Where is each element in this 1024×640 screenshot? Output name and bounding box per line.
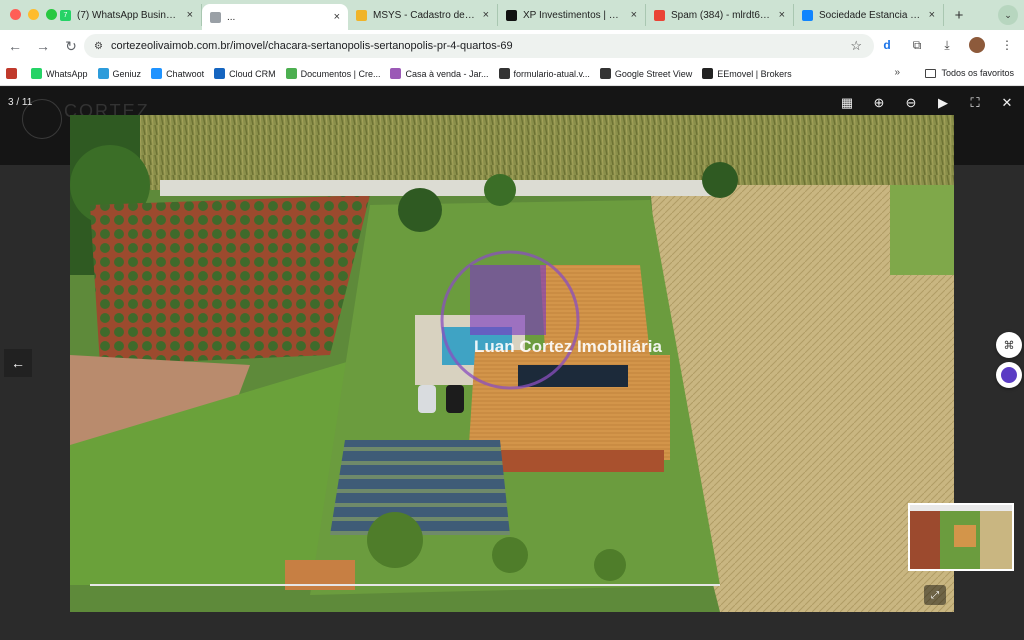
browser-toolbar: ← → ↻ ⚙ cortezeolivaimob.com.br/imovel/c… [0,30,1024,62]
zoom-out-icon[interactable]: ⊖ [900,93,922,113]
home-icon [6,68,17,79]
bookmark-item[interactable]: Cloud CRM [214,68,276,79]
docs-icon [285,68,297,79]
close-tab-icon[interactable]: × [631,9,637,21]
minimize-window-button[interactable] [28,9,39,20]
loading-icon [210,11,221,23]
bookmarks-bar: WhatsApp Geniuz Chatwoot Cloud CRM Documento… [0,62,1024,86]
new-tab-button[interactable]: + [948,4,970,26]
zoom-in-icon[interactable]: ⊕ [868,93,890,113]
tab-1[interactable]: ... × [202,4,348,30]
eemovel-icon [702,68,714,79]
folder-icon [925,68,937,78]
bookmark-label: Chatwoot [166,68,205,79]
bookmark-item[interactable]: Documentos | Cre... [285,68,381,79]
download-icon[interactable]: ⤓ [936,34,958,56]
close-icon[interactable]: ✕ [996,93,1018,113]
tab-title: Sociedade Estancia Fav [819,9,923,21]
tab-title: ... [227,11,236,23]
chat-icon [151,68,163,79]
toolbar-icons: d ⧉ ⤓ ⋮ [876,34,1018,56]
play-icon[interactable]: ▶ [932,93,954,113]
whatsapp-icon [31,68,42,79]
globe-icon [599,68,611,79]
all-bookmarks-label: Todos os favoritos [941,68,1014,78]
extension-d-icon[interactable]: d [876,34,898,56]
address-url[interactable]: cortezeolivaimob.com.br/imovel/chacara-s… [111,40,850,52]
site-info-icon[interactable]: ⚙ [94,41,103,52]
tab-title: Spam (384) - mlrdt65@ [671,9,773,21]
tab-3[interactable]: XP Investimentos | Você × [498,4,646,26]
tab-search-icon[interactable]: ⌄ [998,5,1018,25]
bookmark-label: Casa à venda - Jar... [405,68,489,79]
bookmark-star-icon[interactable]: ☆ [850,38,862,54]
tab-0[interactable]: 7 (7) WhatsApp Business × [52,4,202,26]
bookmark-label: formulario-atual.v... [513,68,590,79]
globe-icon [498,68,510,79]
all-bookmarks-button[interactable]: Todos os favoritos [925,68,1014,78]
tab-4[interactable]: Spam (384) - mlrdt65@ × [646,4,794,26]
bookmark-label: Geniuz [112,68,142,79]
image-counter: 3 / 11 [8,97,33,108]
bookmark-item[interactable]: Geniuz [97,68,142,79]
olx-icon [390,68,402,79]
page-content: CORTEZ 3 / 11 ▦ ⊕ ⊖ ▶ ⛶ ✕ Luan Cortez Im… [0,87,1024,640]
cloud-icon [97,68,109,79]
close-tab-icon[interactable]: × [929,9,935,21]
more-bookmarks-icon[interactable]: » [894,67,900,78]
expand-icon[interactable]: ⤢ [924,585,946,605]
tab-5[interactable]: Sociedade Estancia Fav × [794,4,944,26]
bookmark-item[interactable] [6,68,21,79]
bookmark-item[interactable]: WhatsApp [31,68,88,79]
tab-2[interactable]: MSYS - Cadastro de imó × [348,4,498,26]
xp-icon [506,9,517,21]
close-tab-icon[interactable]: × [779,9,785,21]
menu-kebab-icon[interactable]: ⋮ [996,34,1018,56]
thumbnail-preview[interactable] [908,503,1014,571]
close-window-button[interactable] [10,9,21,20]
msys-icon [356,9,367,21]
profile-avatar[interactable] [966,34,988,56]
tab-title: MSYS - Cadastro de imó [373,9,477,21]
bookmark-item[interactable]: Google Street View [599,68,693,79]
bluesky-icon [802,9,813,21]
forward-button[interactable]: → [30,33,56,59]
whatsapp-icon: 7 [60,9,71,21]
tab-title: (7) WhatsApp Business [77,9,181,21]
bookmark-item[interactable]: Chatwoot [151,68,204,79]
tab-strip: 7 (7) WhatsApp Business ×... × MSYS - Cadast… [0,0,1024,30]
back-button[interactable]: ← [2,33,28,59]
window-controls [10,9,57,20]
tab-title: XP Investimentos | Você [523,9,625,21]
bookmark-label: EEmovel | Brokers [717,68,792,79]
lightbox-toolbar: ▦ ⊕ ⊖ ▶ ⛶ ✕ [836,93,1018,113]
bookmark-item[interactable]: formulario-atual.v... [498,68,590,79]
close-tab-icon[interactable]: × [483,9,489,21]
bookmark-label: Google Street View [614,68,693,79]
bookmark-label: Cloud CRM [229,68,276,79]
crm-icon [214,68,226,79]
grid-icon[interactable]: ▦ [836,93,858,113]
bookmark-item[interactable]: Casa à venda - Jar... [390,68,489,79]
address-bar[interactable]: ⚙ cortezeolivaimob.com.br/imovel/chacara… [84,34,874,58]
photo-watermark: Luan Cortez Imobiliária [474,337,662,356]
extensions-puzzle-icon[interactable]: ⧉ [906,34,928,56]
tab-list: 7 (7) WhatsApp Business ×... × MSYS - Cadast… [52,4,970,30]
property-photo: Luan Cortez Imobiliária [70,115,954,612]
bot-widget-icon[interactable] [996,362,1022,388]
bookmark-label: Documentos | Cre... [300,68,381,79]
chat-widget-icon[interactable]: ⌘ [996,332,1022,358]
fullscreen-icon[interactable]: ⛶ [964,93,986,113]
close-tab-icon[interactable]: × [187,9,193,21]
bookmark-item[interactable]: EEmovel | Brokers [702,68,792,79]
gmail-icon [654,9,665,21]
reload-button[interactable]: ↻ [58,33,84,59]
bookmark-label: WhatsApp [46,68,88,79]
close-tab-icon[interactable]: × [334,11,340,23]
previous-image-button[interactable]: ← [4,349,32,377]
